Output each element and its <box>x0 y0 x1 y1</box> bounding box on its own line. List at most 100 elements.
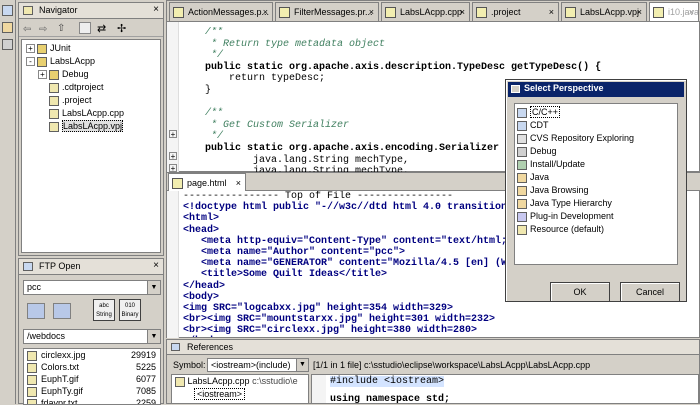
collapse-all-icon[interactable] <box>79 22 91 34</box>
perspective-label: Resource (default) <box>530 224 605 234</box>
close-icon[interactable]: × <box>689 3 694 21</box>
tree-item[interactable]: + JUnit <box>22 42 160 55</box>
perspective-item[interactable]: Plug-in Development <box>515 210 677 223</box>
close-icon[interactable]: × <box>460 3 465 21</box>
perspective-icon <box>517 133 527 144</box>
close-icon[interactable]: × <box>549 3 554 21</box>
tree-item[interactable]: + Debug <box>22 68 160 81</box>
ftp-server-select[interactable]: pcc ▼ <box>23 280 161 295</box>
perspective-item[interactable]: Java Type Hierarchy <box>515 197 677 210</box>
ftp-disconnect-icon[interactable] <box>53 303 71 319</box>
view-menu-icon[interactable]: ✢ <box>117 22 126 35</box>
list-item[interactable]: Colors.txt 5225 <box>24 361 160 373</box>
chevron-down-icon[interactable]: ▼ <box>147 330 160 343</box>
perspective-icon[interactable] <box>2 5 13 16</box>
file-icon <box>27 398 37 404</box>
preview-line: #include <iostream> <box>330 376 445 387</box>
expand-icon[interactable]: + <box>38 70 47 80</box>
references-tree-file[interactable]: LabsLAcpp.cpp c:\sstudio\e <box>175 376 298 387</box>
editor-tab[interactable]: FilterMessages.pr... × <box>275 2 379 21</box>
editor-tab[interactable]: i10.java × <box>649 2 699 21</box>
editor-tab[interactable]: ActionMessages.p... × <box>169 2 273 21</box>
navigator-icon <box>23 6 33 15</box>
ftp-file-list: circlexx.jpg 29919 Colors.txt 5225 EuphT.gif… <box>23 348 161 405</box>
dialog-icon <box>511 85 520 93</box>
expand-icon[interactable]: + <box>26 44 35 54</box>
tree-item-label: LabsLAcpp.vpj <box>62 120 124 132</box>
chevron-down-icon[interactable]: ▼ <box>147 281 160 294</box>
perspective-item[interactable]: Resource (default) <box>515 223 677 236</box>
tree-item[interactable]: LabsLAcpp.vpj <box>22 120 160 133</box>
perspective-label: CDT <box>530 120 549 130</box>
editor-tab[interactable]: LabsLAcpp.vpj × <box>561 2 647 21</box>
tree-item-label: JUnit <box>50 43 71 53</box>
ftp-connect-icon[interactable] <box>27 303 45 319</box>
html-file-icon <box>172 178 183 189</box>
folder-icon <box>37 43 47 54</box>
tree-item[interactable]: - LabsLAcpp <box>22 55 160 68</box>
select-perspective-dialog: Select Perspective C/C++ CDT CVS Repositor… <box>505 79 687 302</box>
perspective-label: Debug <box>530 146 557 156</box>
tree-path-label: c:\sstudio\e <box>252 376 298 386</box>
chevron-down-icon[interactable]: ▼ <box>296 359 308 371</box>
java-perspective-icon[interactable] <box>2 22 13 33</box>
references-view: References Symbol: <iostream>(include) ▼… <box>166 339 700 404</box>
references-tree-child[interactable]: <iostream> <box>194 388 246 400</box>
tree-item[interactable]: LabsLAcpp.cpp <box>22 107 160 120</box>
perspective-item[interactable]: C/C++ <box>515 106 677 119</box>
link-editor-icon[interactable]: ⇄ <box>97 22 106 35</box>
fold-marker[interactable]: + <box>169 130 177 139</box>
dialog-titlebar: Select Perspective <box>508 82 684 97</box>
file-icon <box>173 7 184 18</box>
ftp-binary-mode-button[interactable]: 010 Binary <box>119 299 141 321</box>
perspective-label: C/C++ <box>530 106 561 118</box>
close-icon[interactable]: × <box>637 3 642 21</box>
list-item[interactable]: EuphT.gif 6077 <box>24 373 160 385</box>
tree-item[interactable]: .cdtproject <box>22 81 160 94</box>
ftp-string-mode-button[interactable]: abc String <box>93 299 115 321</box>
close-icon[interactable]: × <box>263 3 268 21</box>
perspective-item[interactable]: Java Browsing <box>515 184 677 197</box>
perspective-icon <box>517 185 527 196</box>
symbol-select[interactable]: <iostream>(include) ▼ <box>207 358 309 372</box>
list-item[interactable]: circlexx.jpg 29919 <box>24 349 160 361</box>
ok-button[interactable]: OK <box>550 282 610 302</box>
perspective-item[interactable]: Debug <box>515 145 677 158</box>
tree-file-label: LabsLAcpp.cpp <box>187 376 250 386</box>
ftp-path-select[interactable]: /webdocs ▼ <box>23 329 161 344</box>
file-size: 29919 <box>130 350 156 360</box>
navigator-titlebar: Navigator × <box>19 3 163 19</box>
editor-tab[interactable]: LabsLAcpp.cpp × <box>381 2 470 21</box>
close-icon[interactable]: × <box>236 174 241 191</box>
file-icon <box>49 108 59 119</box>
code-line: */ <box>181 50 224 62</box>
perspective-item[interactable]: CDT <box>515 119 677 132</box>
collapse-icon[interactable]: - <box>26 57 35 67</box>
symbol-value: <iostream>(include) <box>211 360 291 370</box>
list-item[interactable]: EuphTy.gif 7085 <box>24 385 160 397</box>
ftp-view: FTP Open × pcc ▼ abc String 010 Binary /… <box>18 258 164 405</box>
up-icon[interactable]: ⇧ <box>57 23 65 34</box>
tree-item[interactable]: .project <box>22 94 160 107</box>
tree-item-label: .project <box>62 95 92 105</box>
close-icon[interactable]: × <box>369 3 374 21</box>
perspective-item[interactable]: Install/Update <box>515 158 677 171</box>
editor-tab[interactable]: .project × <box>472 2 559 21</box>
code-line: /** <box>181 27 224 38</box>
tab-label: LabsLAcpp.vpj <box>580 7 640 17</box>
debug-perspective-icon[interactable] <box>2 39 13 50</box>
tab-page-html[interactable]: page.html × <box>168 173 246 191</box>
code-line: <img SRC="logcabxx.jpg" height=354 width… <box>183 302 454 314</box>
fold-marker[interactable]: + <box>169 152 177 161</box>
forward-icon[interactable]: ⇨ <box>39 24 47 35</box>
cancel-button[interactable]: Cancel <box>620 282 680 302</box>
file-name: circlexx.jpg <box>41 350 86 360</box>
file-icon <box>279 7 290 18</box>
fold-marker[interactable]: + <box>169 164 177 173</box>
perspective-item[interactable]: Java <box>515 171 677 184</box>
close-icon[interactable]: × <box>153 4 159 15</box>
perspective-item[interactable]: CVS Repository Exploring <box>515 132 677 145</box>
close-icon[interactable]: × <box>153 260 159 271</box>
back-icon[interactable]: ⇦ <box>23 24 31 35</box>
perspective-icon <box>517 224 527 235</box>
